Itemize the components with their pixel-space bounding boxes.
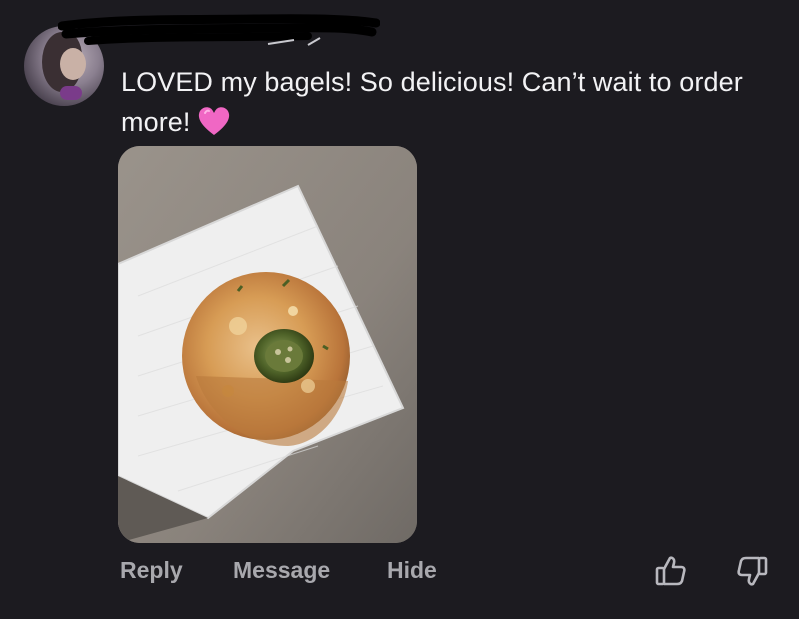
comment-actions: Reply Message Hide: [0, 554, 799, 588]
comment-photo[interactable]: [118, 146, 417, 543]
thumbs-down-icon: [737, 556, 768, 586]
pink-heart-icon: [198, 107, 229, 135]
bagel-photo-illustration: [118, 146, 417, 543]
message-button[interactable]: Message: [233, 554, 330, 586]
hide-button[interactable]: Hide: [387, 554, 437, 586]
dislike-button[interactable]: [735, 554, 769, 588]
reply-button[interactable]: Reply: [120, 554, 183, 586]
avatar-badge: [60, 86, 82, 100]
comment-card: LOVED my bagels! So delicious! Can’t wai…: [0, 0, 799, 619]
redacted-author-name: [58, 14, 380, 46]
thumbs-up-icon: [655, 556, 686, 586]
comment-text: LOVED my bagels! So delicious! Can’t wai…: [121, 62, 761, 142]
like-button[interactable]: [654, 554, 688, 588]
avatar-face: [60, 48, 86, 80]
